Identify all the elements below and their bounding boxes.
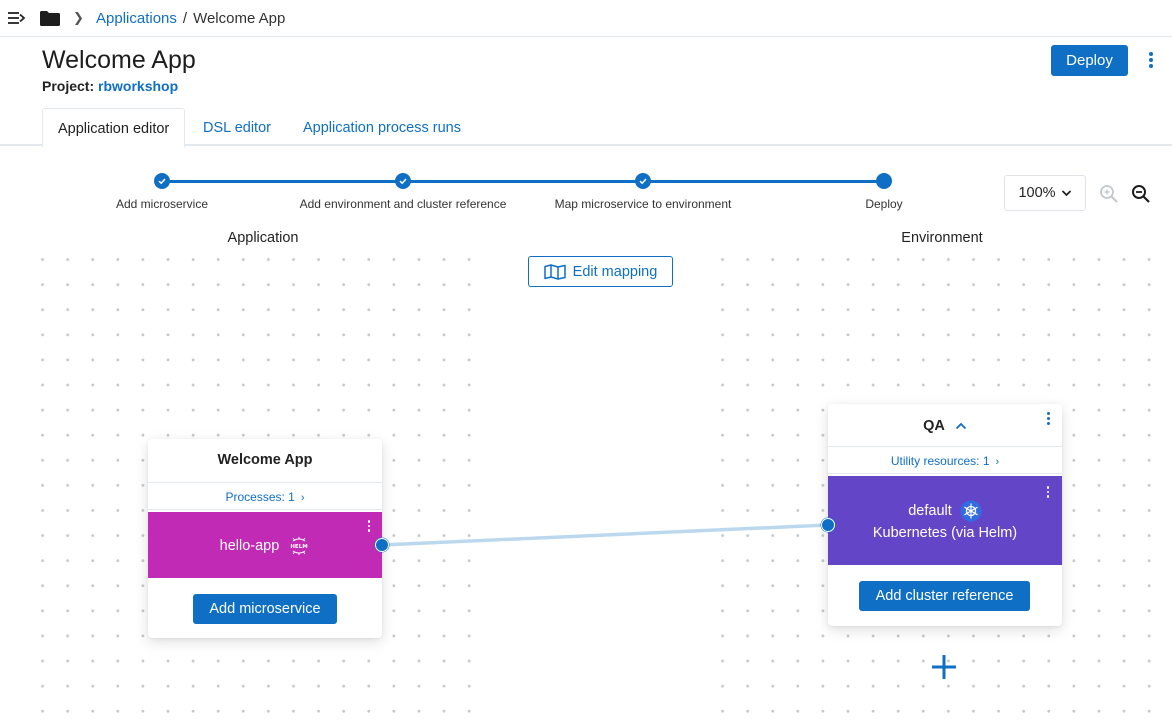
step-label: Map microservice to environment [554,197,732,211]
more-actions-icon[interactable] [1148,52,1154,68]
tab-dsl-editor[interactable]: DSL editor [188,108,286,146]
microservice-more-icon[interactable] [366,520,372,532]
map-icon [543,263,566,280]
cluster-name: default [908,503,952,519]
deploy-button[interactable]: Deploy [1051,45,1128,76]
step-label: Deploy [865,197,903,211]
add-microservice-button[interactable]: Add microservice [193,594,337,624]
stepper-track [162,180,884,183]
zoom-out-icon[interactable] [1131,184,1151,204]
svg-text:HELM: HELM [291,544,308,550]
step-4-current-icon [876,173,892,189]
chevron-right-icon: › [300,492,305,504]
breadcrumb: Applications / Welcome App [96,10,285,27]
page-title: Welcome App [42,46,196,74]
cluster-more-icon[interactable] [1045,486,1051,498]
environment-card-title: QA [923,418,945,434]
breadcrumb-separator: / [182,10,188,27]
edit-mapping-label: Edit mapping [572,263,658,280]
collapse-menu-icon[interactable] [8,11,26,25]
chevron-right-icon: ❯ [73,10,84,25]
chevron-right-icon: › [995,456,1000,468]
breadcrumb-applications-link[interactable]: Applications [96,10,177,27]
zoom-in-icon[interactable] [1099,184,1119,204]
application-column-label: Application [227,230,299,246]
step-label: Add microservice [115,197,209,211]
project-link[interactable]: rbworkshop [98,78,178,94]
step-2-complete-icon [395,173,411,189]
helm-icon: HELM [291,537,308,555]
step-1-complete-icon [154,173,170,189]
edit-mapping-button[interactable]: Edit mapping [528,256,673,287]
zoom-level-value: 100% [1018,185,1056,201]
microservice-hello-app[interactable]: hello-app HELM [148,512,382,578]
tab-bar: Application editor DSL editor Applicatio… [0,108,1172,148]
tab-application-editor[interactable]: Application editor [42,108,186,148]
microservice-name: hello-app [219,538,280,554]
cluster-type: Kubernetes (via Helm) [872,525,1018,541]
environment-card-qa: QA Utility resources: 1 › default Kuberne… [828,404,1062,626]
chevron-down-icon [1061,190,1071,197]
add-environment-plus-icon[interactable] [931,654,957,680]
breadcrumb-current: Welcome App [193,10,286,27]
microservice-output-port[interactable] [375,538,389,552]
chevron-up-icon[interactable] [955,422,967,430]
project-label: Project: [42,78,95,94]
step-label: Add environment and cluster reference [299,197,507,211]
processes-link-label: Processes: 1 [225,490,295,504]
kubernetes-icon [960,500,982,522]
application-card: Welcome App Processes: 1 › hello-app HELM… [148,439,382,638]
top-bar: ❯ Applications / Welcome App [0,0,1172,37]
utility-resources-link[interactable]: Utility resources: 1 › [828,446,1062,474]
environment-column-label: Environment [901,230,983,246]
add-cluster-reference-button[interactable]: Add cluster reference [859,581,1030,611]
folder-icon[interactable] [40,11,60,26]
zoom-level-select[interactable]: 100% [1004,175,1086,211]
processes-link[interactable]: Processes: 1 › [148,482,382,510]
cluster-input-port[interactable] [821,518,835,532]
application-card-title: Welcome App [217,452,313,468]
tab-application-process-runs[interactable]: Application process runs [288,108,476,146]
step-3-complete-icon [635,173,651,189]
cluster-default[interactable]: default Kubernetes (via Helm) [828,476,1062,565]
project-line: Project: rbworkshop [42,78,178,94]
utility-resources-label: Utility resources: 1 [890,454,990,468]
